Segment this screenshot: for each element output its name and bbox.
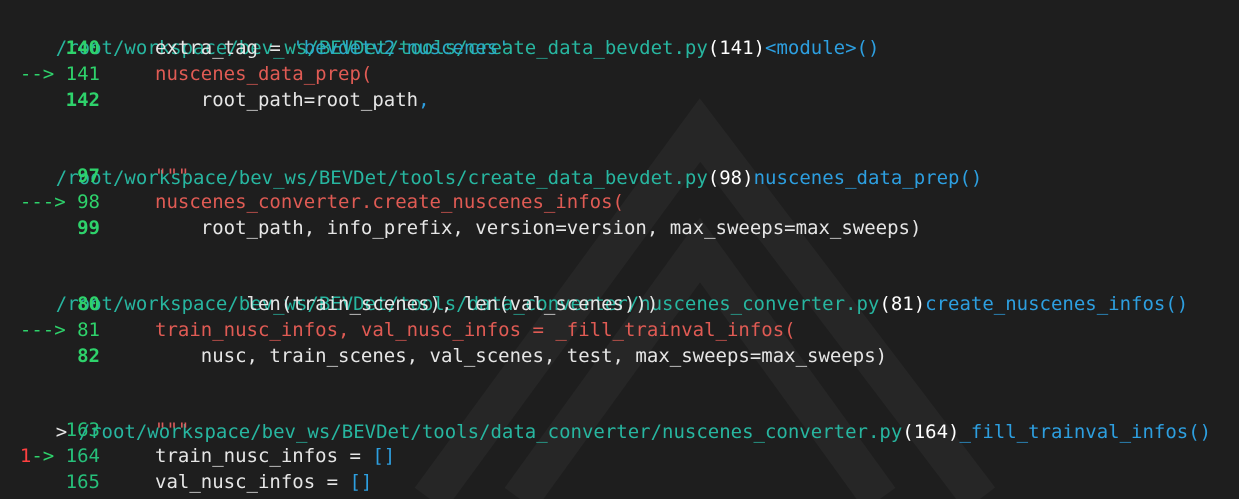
code-line: root_path, info_prefix, version=version,… bbox=[155, 217, 922, 239]
function-name: nuscenes_data_prep() bbox=[753, 167, 983, 189]
line-gutter: 82 bbox=[77, 345, 100, 367]
line-gutter: 80 bbox=[77, 293, 100, 315]
code-line-current: train_nusc_infos, val_nusc_infos = _fill… bbox=[155, 319, 796, 341]
frame-line-number: (98) bbox=[707, 167, 754, 189]
terminal-window[interactable]: /root/workspace/bev_ws/BEVDet/tools/crea… bbox=[0, 0, 1239, 499]
code-line: len(train_scenes), len(val_scenes))) bbox=[155, 293, 659, 315]
code-line: extra_tag = 'bevdetv2-nuscenes' bbox=[155, 37, 510, 59]
code-line-current: train_nusc_infos = [] bbox=[155, 445, 396, 467]
line-gutter: 142 bbox=[65, 89, 100, 111]
current-line-arrow: --> bbox=[19, 63, 66, 85]
function-name: create_nuscenes_infos() bbox=[925, 293, 1189, 315]
frame-line-number: (81) bbox=[879, 293, 926, 315]
line-gutter-current: ---> 98 bbox=[19, 191, 100, 213]
frame-line-number: (141) bbox=[707, 37, 765, 59]
line-gutter: 97 bbox=[77, 165, 100, 187]
current-line-arrow: ---> bbox=[19, 319, 78, 341]
code-line: """ bbox=[155, 165, 190, 187]
line-gutter: 165 bbox=[65, 471, 100, 493]
line-gutter-current: 1-> 164 bbox=[19, 445, 100, 467]
line-gutter: 99 bbox=[77, 217, 100, 239]
current-line-arrow: -> bbox=[31, 445, 66, 467]
function-name: _fill_trainval_infos() bbox=[959, 421, 1212, 443]
code-line-current: nuscenes_converter.create_nuscenes_infos… bbox=[155, 191, 624, 213]
stack-frame-header-current: > /root/workspace/bev_ws/BEVDet/tools/da… bbox=[10, 393, 1211, 443]
line-gutter: 140 bbox=[65, 37, 100, 59]
code-line: val_nusc_infos = [] bbox=[155, 471, 373, 493]
function-name: <module>() bbox=[765, 37, 880, 59]
code-line-current: nuscenes_data_prep( bbox=[155, 63, 373, 85]
file-path: /root/workspace/bev_ws/BEVDet/tools/data… bbox=[78, 421, 903, 443]
stack-frame-header: /root/workspace/bev_ws/BEVDet/tools/data… bbox=[10, 265, 1188, 315]
stack-frame-header: /root/workspace/bev_ws/BEVDet/tools/crea… bbox=[10, 139, 983, 189]
frame-line-number: (164) bbox=[902, 421, 960, 443]
line-gutter: 163 bbox=[65, 419, 100, 441]
code-line: nusc, train_scenes, val_scenes, test, ma… bbox=[155, 345, 888, 367]
current-line-arrow: ---> bbox=[19, 191, 78, 213]
code-line: """ bbox=[155, 419, 190, 441]
stack-frame-header: /root/workspace/bev_ws/BEVDet/tools/crea… bbox=[10, 9, 880, 59]
line-gutter-current: --> 141 bbox=[19, 63, 100, 85]
line-gutter-current: ---> 81 bbox=[19, 319, 100, 341]
breakpoint-marker[interactable]: 1 bbox=[20, 445, 31, 467]
code-line: root_path=root_path, bbox=[155, 89, 430, 111]
file-path: /root/workspace/bev_ws/BEVDet/tools/crea… bbox=[55, 167, 708, 189]
